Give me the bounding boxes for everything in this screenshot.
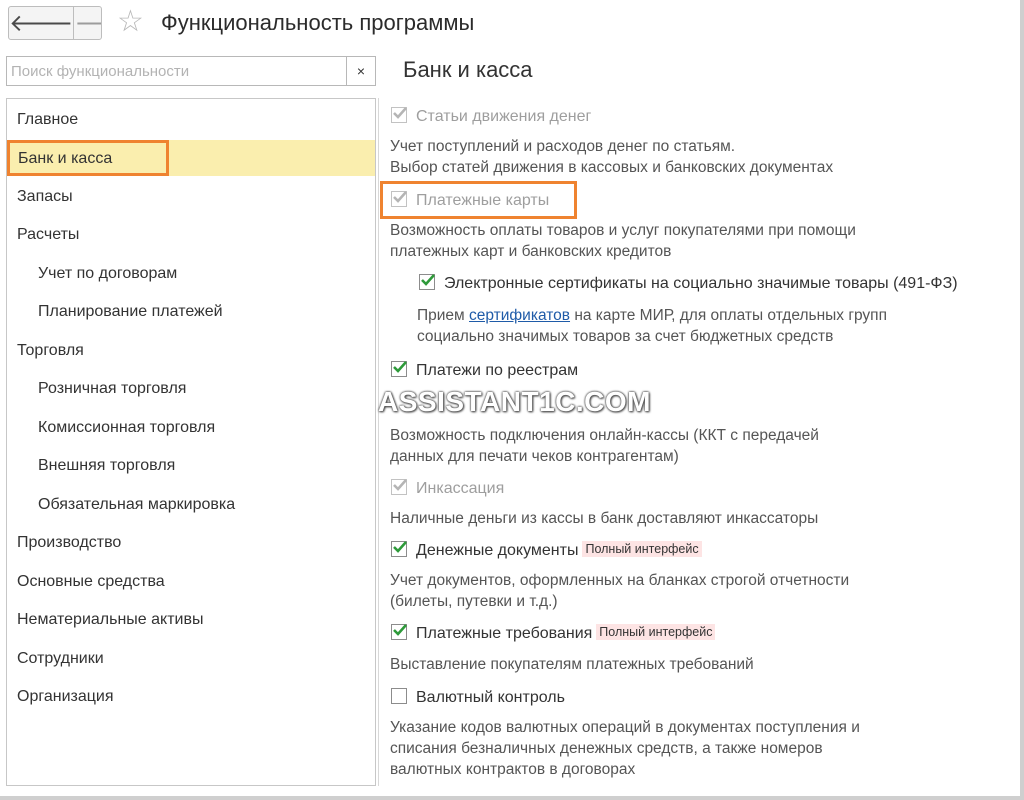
option-label: Денежные документы: [416, 542, 579, 559]
sidebar-item-trade[interactable]: Торговля: [7, 333, 375, 369]
sidebar-item-fixed-assets[interactable]: Основные средства: [7, 564, 375, 600]
description-line: Возможность подключения онлайн-кассы (КК…: [390, 427, 819, 444]
close-icon: ×: [356, 63, 366, 79]
sidebar-item-label: Расчеты: [17, 226, 80, 243]
option-label: Инкассация: [416, 480, 505, 497]
sidebar-item-label: Банк и касса: [7, 140, 170, 176]
sidebar-item-foreign-trade[interactable]: Внешняя торговля: [7, 448, 375, 484]
option-description: Учет поступлений и расходов денег по ста…: [390, 136, 833, 178]
checkbox-collection[interactable]: [391, 479, 407, 495]
certificates-link[interactable]: сертификатов: [469, 307, 570, 324]
sidebar-item-label: Торговля: [17, 342, 84, 359]
description-line: Прием сертификатов на карте МИР, для опл…: [417, 305, 887, 326]
option-label: Платежи по реестрам: [416, 362, 579, 379]
option-payment-cards[interactable]: Платежные карты: [391, 191, 549, 210]
description-line: списания безналичных денежных средств, а…: [390, 740, 823, 757]
pane-divider: [378, 98, 379, 786]
option-registry-payments[interactable]: Платежи по реестрам: [391, 361, 578, 380]
sidebar-item-label: Главное: [17, 111, 79, 128]
checkbox-cash-flow-items[interactable]: [391, 107, 407, 123]
option-electronic-certificates[interactable]: Электронные сертификаты на социально зна…: [419, 274, 958, 293]
option-label: Электронные сертификаты на социально зна…: [444, 275, 958, 292]
history-nav: 🡐 🡒: [8, 6, 102, 40]
checkbox-electronic-certificates[interactable]: [419, 274, 435, 290]
arrow-right-icon: 🡒: [74, 8, 101, 38]
option-label: Платежные карты: [416, 192, 550, 209]
favorite-star-icon[interactable]: ☆: [117, 6, 144, 38]
description-line: Указание кодов валютных операций в докум…: [390, 719, 860, 736]
sidebar-item-label: Организация: [17, 688, 114, 705]
sidebar-item-contracts[interactable]: Учет по договорам: [7, 256, 375, 292]
checkbox-monetary-documents[interactable]: [391, 541, 407, 557]
sidebar-item-label: Обязательная маркировка: [38, 496, 236, 513]
section-list: Главное Банк и касса Запасы Расчеты Учет…: [6, 98, 376, 786]
sidebar-item-label: Планирование платежей: [38, 303, 223, 320]
sidebar-item-label: Комиссионная торговля: [38, 419, 216, 436]
sidebar-item-intangible-assets[interactable]: Нематериальные активы: [7, 602, 375, 638]
sidebar-item-label: Учет по договорам: [38, 265, 178, 282]
option-label: Платежные требования: [416, 625, 593, 642]
search-box: ×: [6, 56, 376, 86]
sidebar-item-bank-and-cash[interactable]: Банк и касса: [7, 140, 375, 176]
full-interface-badge: Полный интерфейс: [596, 624, 716, 640]
sidebar-item-label: Внешняя торговля: [38, 457, 176, 474]
description-line: валютных контрактов в договорах: [390, 761, 636, 778]
option-label: Валютный контроль: [416, 689, 565, 706]
description-line: Выставление покупателям платежных требов…: [390, 656, 754, 673]
description-line: платежных карт и банковских кредитов: [390, 243, 672, 260]
sidebar-item-production[interactable]: Производство: [7, 525, 375, 561]
option-description: Указание кодов валютных операций в докум…: [390, 717, 860, 780]
option-payment-requests[interactable]: Платежные требования Полный интерфейс: [391, 624, 716, 643]
sidebar-item-label: Розничная торговля: [38, 380, 187, 397]
sidebar-item-label: Основные средства: [17, 573, 165, 590]
option-monetary-documents[interactable]: Денежные документы Полный интерфейс: [391, 541, 702, 560]
checkbox-registry-payments[interactable]: [391, 361, 407, 377]
checkbox-payment-cards[interactable]: [391, 191, 407, 207]
sidebar-item-label: Производство: [17, 534, 122, 551]
option-description: Возможность подключения онлайн-кассы (КК…: [390, 425, 819, 467]
description-line: Наличные деньги из кассы в банк доставля…: [390, 510, 819, 527]
sidebar-item-label: Сотрудники: [17, 650, 104, 667]
description-line: Возможность оплаты товаров и услуг покуп…: [390, 222, 856, 239]
search-clear-button[interactable]: ×: [346, 57, 375, 85]
section-title: Банк и касса: [403, 57, 533, 82]
sidebar-item-label: Нематериальные активы: [17, 611, 204, 628]
option-collection[interactable]: Инкассация: [391, 479, 504, 498]
arrow-left-icon: 🡐: [9, 10, 74, 37]
back-button[interactable]: 🡐: [9, 7, 73, 39]
checkbox-payment-requests[interactable]: [391, 624, 407, 640]
watermark: ASSISTANT1C.COM: [378, 386, 651, 417]
search-input[interactable]: [7, 57, 347, 85]
option-currency-control[interactable]: Валютный контроль: [391, 688, 565, 707]
option-description: Возможность оплаты товаров и услуг покуп…: [390, 220, 856, 262]
description-text: на карте МИР, для оплаты отдельных групп: [570, 307, 887, 324]
option-description: Выставление покупателям платежных требов…: [390, 654, 754, 675]
sidebar-item-payment-planning[interactable]: Планирование платежей: [7, 294, 375, 330]
description-line: Учет поступлений и расходов денег по ста…: [390, 138, 736, 155]
description-line: Учет документов, оформленных на бланках …: [390, 572, 850, 589]
sidebar-item-retail[interactable]: Розничная торговля: [7, 371, 375, 407]
checkbox-currency-control[interactable]: [391, 688, 407, 704]
option-cash-flow-items[interactable]: Статьи движения денег: [391, 107, 591, 126]
sidebar-item-main[interactable]: Главное: [7, 102, 375, 138]
sidebar-item-settlements[interactable]: Расчеты: [7, 217, 375, 253]
description-text: Прием: [417, 307, 470, 324]
option-description: Учет документов, оформленных на бланках …: [390, 570, 849, 612]
forward-button[interactable]: 🡒: [73, 7, 101, 39]
description-line: социально значимых товаров за счет бюдже…: [417, 328, 834, 345]
sidebar-item-mandatory-marking[interactable]: Обязательная маркировка: [7, 487, 375, 523]
option-description: Наличные деньги из кассы в банк доставля…: [390, 508, 818, 529]
sidebar-item-employees[interactable]: Сотрудники: [7, 641, 375, 677]
description-line: (билеты, путевки и т.д.): [390, 593, 558, 610]
sidebar-item-label: Запасы: [17, 188, 73, 205]
sidebar-item-organization[interactable]: Организация: [7, 679, 375, 715]
window-title: Функциональность программы: [161, 10, 475, 35]
description-line: Выбор статей движения в кассовых и банко…: [390, 159, 834, 176]
option-description: Прием сертификатов на карте МИР, для опл…: [417, 305, 887, 347]
description-line: данных для печати чеков контрагентам): [390, 448, 679, 465]
full-interface-badge: Полный интерфейс: [582, 541, 702, 557]
sidebar-item-commission[interactable]: Комиссионная торговля: [7, 410, 375, 446]
sidebar-item-inventory[interactable]: Запасы: [7, 179, 375, 215]
option-label: Статьи движения денег: [416, 108, 592, 125]
